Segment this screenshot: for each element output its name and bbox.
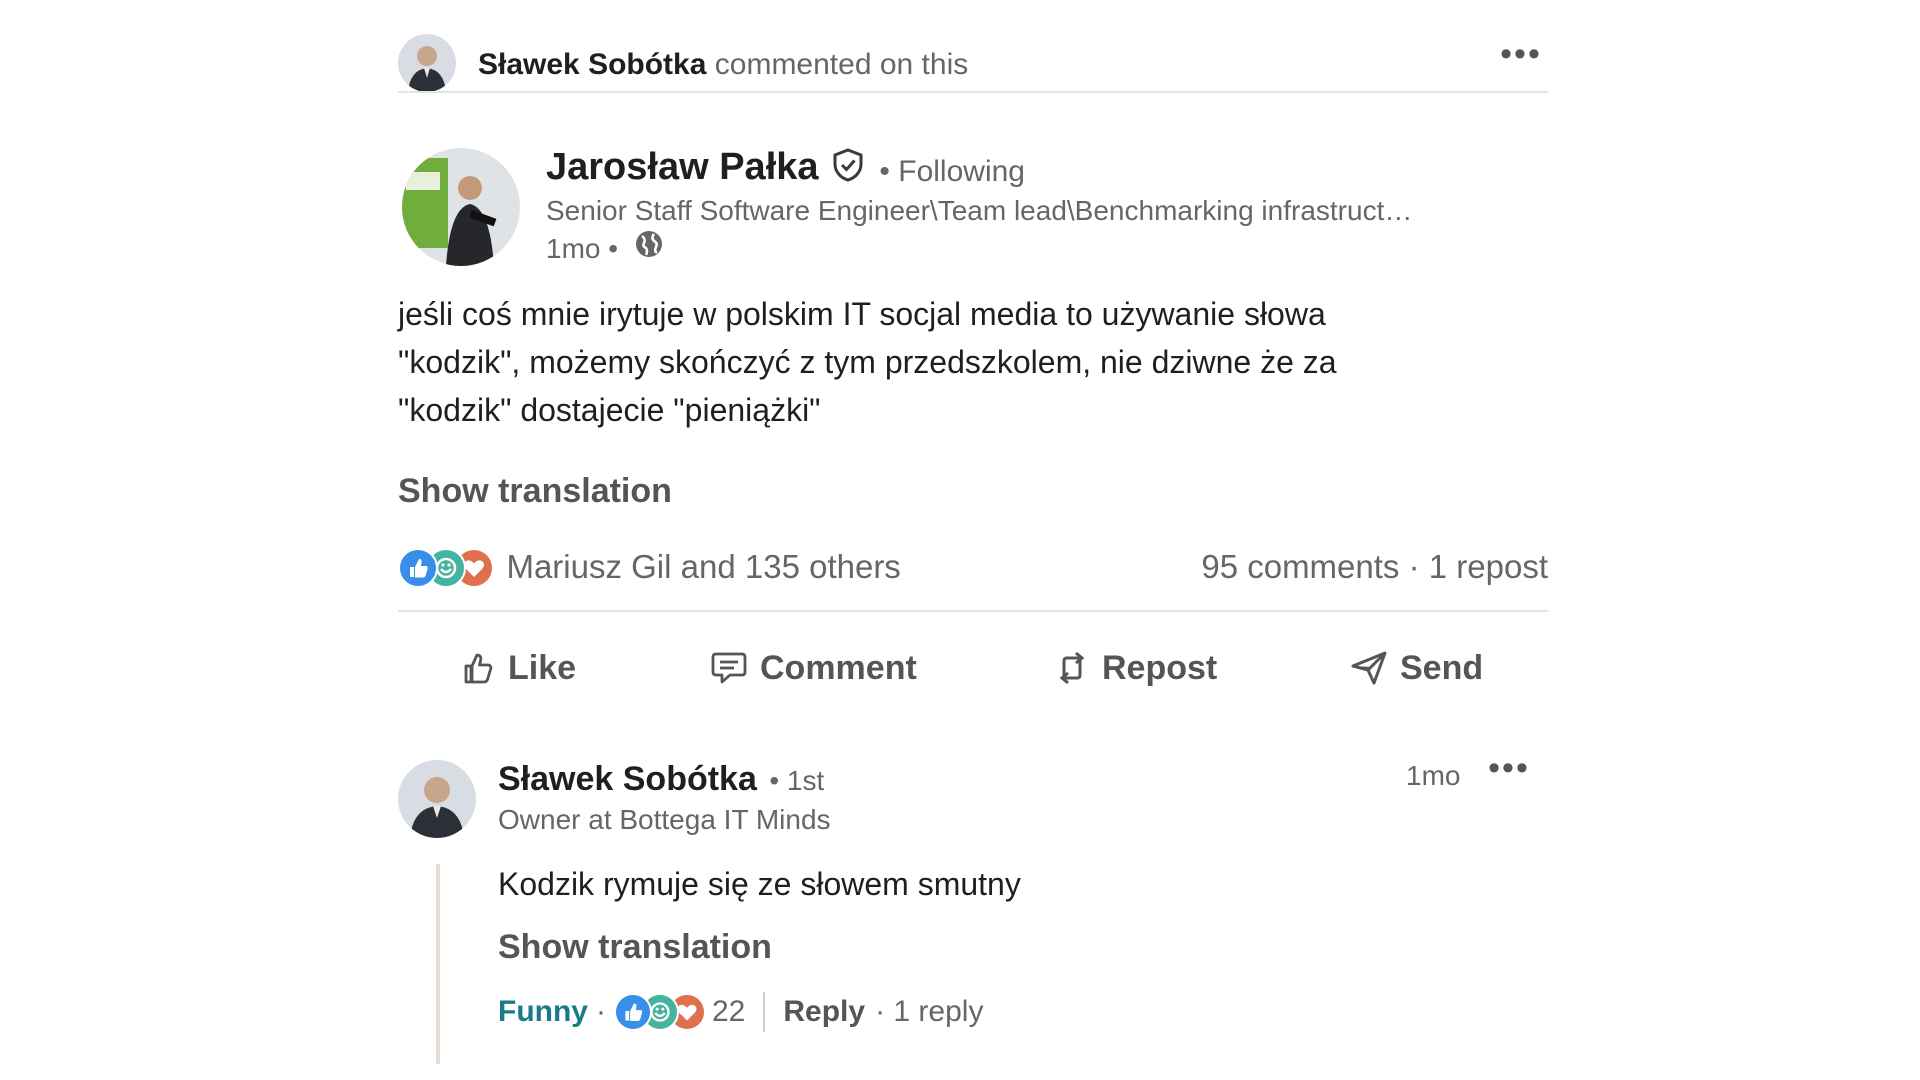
activity-header: Sławek Sobótka commented on this ••• [398,34,1548,94]
commenter-name-link[interactable]: Sławek Sobótka [478,48,706,81]
following-status[interactable]: • Following [879,155,1025,188]
repost-button[interactable]: Repost [1054,638,1217,698]
like-label: Like [508,648,577,687]
header-divider [398,91,1548,93]
author-name-row: Jarosław Pałka • Following [546,146,1025,196]
comment-timestamp: 1mo [1406,760,1461,791]
post-timestamp: 1mo • [546,229,664,269]
post-text: jeśli coś mnie irytuje w polskim IT socj… [398,290,1498,434]
comment-reaction-count[interactable]: 22 [712,995,745,1029]
comment-reaction-icons[interactable] [614,993,706,1031]
verified-shield-icon [831,148,865,187]
reply-count[interactable]: · 1 reply [875,995,983,1029]
reactions-divider [398,610,1548,612]
comment-text: Kodzik rymuje się ze słowem smutny [498,866,1021,902]
comment-author-name-link[interactable]: Sławek Sobótka [498,760,757,798]
like-button[interactable]: Like [460,638,576,698]
author-avatar[interactable] [402,148,520,266]
like-reaction-icon [398,548,438,588]
reactions-names[interactable]: Mariusz Gil and 135 others [506,548,900,585]
send-icon [1351,651,1387,685]
like-icon [464,653,493,684]
comment-author-headline: Owner at Bottega IT Minds [498,804,831,835]
repost-label: Repost [1102,648,1218,687]
reactions-summary[interactable]: Mariusz Gil and 135 others [398,548,901,588]
reaction-icons [398,548,494,588]
comment-more-options-icon[interactable]: ••• [1484,751,1534,788]
send-button[interactable]: Send [1350,638,1483,698]
separator-dot: · [596,995,606,1028]
commenter-avatar[interactable] [398,34,456,92]
comment-author-row: Sławek Sobótka • 1st [498,760,824,799]
funny-reaction-button[interactable]: Funny [498,995,588,1029]
comment-icon [711,652,747,684]
send-label: Send [1400,648,1484,687]
post-text-line: jeśli coś mnie irytuje w polskim IT socj… [398,296,1326,332]
comment-thread-line [436,864,440,1064]
show-translation-button[interactable]: Show translation [398,472,672,511]
post-time-text: 1mo • [546,232,619,264]
footer-divider [763,992,766,1032]
feed-post-card: Sławek Sobótka commented on this ••• Jar… [398,0,1548,1080]
like-reaction-icon [614,993,652,1031]
comment-button[interactable]: Comment [710,638,917,698]
reply-button[interactable]: Reply [783,995,865,1029]
activity-text: Sławek Sobótka commented on this [478,48,968,82]
comments-reposts-count[interactable]: 95 comments · 1 repost [1201,548,1548,586]
author-name-link[interactable]: Jarosław Pałka [546,146,819,188]
more-options-icon[interactable]: ••• [1496,37,1546,74]
activity-action-text: commented on this [714,48,969,81]
comment-footer: Funny · 22 Reply · 1 reply [498,990,983,1034]
repost-icon [1059,651,1085,685]
comment-show-translation-button[interactable]: Show translation [498,928,772,967]
author-headline: Senior Staff Software Engineer\Team lead… [546,195,1413,226]
comment-author-avatar[interactable] [398,760,476,838]
connection-degree: • 1st [769,765,825,796]
post-action-bar: Like Comment Repost Send [398,638,1548,698]
globe-icon [634,229,664,266]
post-text-line: "kodzik" dostajecie "pieniążki" [398,392,821,428]
post-text-line: "kodzik", możemy skończyć z tym przedszk… [398,344,1337,380]
comment-label: Comment [760,648,917,687]
